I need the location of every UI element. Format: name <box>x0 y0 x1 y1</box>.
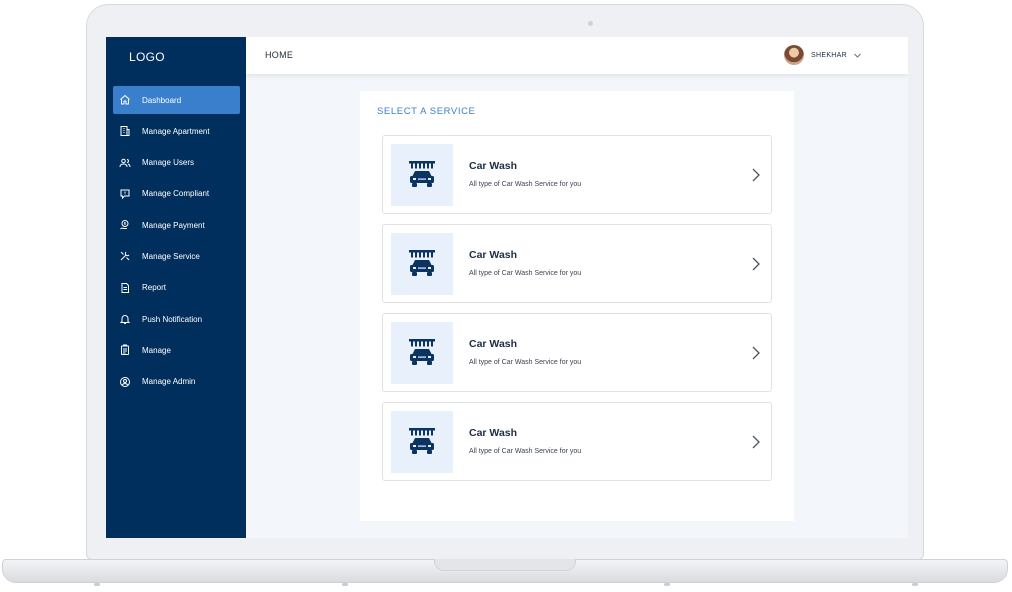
laptop-foot <box>342 583 348 586</box>
sidebar-item-push-notification[interactable]: Push Notification <box>113 305 240 333</box>
logo: LOGO <box>129 50 165 64</box>
sidebar-item-report[interactable]: Report <box>113 274 240 302</box>
service-card[interactable]: Car Wash All type of Car Wash Service fo… <box>382 224 772 303</box>
laptop-foot <box>664 583 670 586</box>
sidebar-item-label: Manage Payment <box>142 220 205 230</box>
sidebar-item-manage-admin[interactable]: Manage Admin <box>113 368 240 396</box>
service-card[interactable]: Car Wash All type of Car Wash Service fo… <box>382 135 772 214</box>
home-icon <box>120 95 130 105</box>
service-card[interactable]: Car Wash All type of Car Wash Service fo… <box>382 402 772 481</box>
sidebar-item-label: Manage Service <box>142 251 200 261</box>
laptop-foot <box>912 583 918 586</box>
service-title: Car Wash <box>469 160 518 172</box>
page-title: SELECT A SERVICE <box>377 106 476 117</box>
avatar[interactable] <box>784 45 805 65</box>
service-panel: SELECT A SERVICE Car Wash All type of Ca… <box>360 91 794 521</box>
car-wash-icon <box>391 322 453 384</box>
sidebar-item-label: Manage Admin <box>142 377 196 387</box>
chevron-right-icon[interactable] <box>750 257 762 271</box>
bell-icon <box>119 315 131 325</box>
car-wash-icon <box>391 233 453 295</box>
sidebar-item-manage-apartment[interactable]: Manage Apartment <box>113 117 240 145</box>
sidebar-item-label: Push Notification <box>142 314 203 324</box>
sidebar-item-manage[interactable]: Manage <box>113 336 240 364</box>
sidebar-item-label: Manage Compliant <box>142 189 210 199</box>
building-icon <box>120 126 130 137</box>
sidebar-item-label: Manage Apartment <box>142 126 210 136</box>
users-icon <box>119 158 131 167</box>
service-title: Car Wash <box>469 427 518 439</box>
sidebar-item-label: Dashboard <box>142 95 182 105</box>
sidebar: LOGO Dashboard Manage Apartment Manage U… <box>106 37 246 538</box>
service-description: All type of Car Wash Service for you <box>469 359 582 366</box>
sidebar-item-manage-service[interactable]: Manage Service <box>113 242 240 270</box>
tools-icon <box>120 252 130 261</box>
chevron-down-icon[interactable] <box>853 51 862 60</box>
service-card[interactable]: Car Wash All type of Car Wash Service fo… <box>382 313 772 392</box>
app-screen: LOGO Dashboard Manage Apartment Manage U… <box>106 37 908 538</box>
user-name[interactable]: SHEKHAR <box>811 52 847 59</box>
chevron-right-icon[interactable] <box>750 346 762 360</box>
service-description: All type of Car Wash Service for you <box>469 181 582 188</box>
service-title: Car Wash <box>469 338 518 350</box>
header: HOME SHEKHAR <box>246 37 908 74</box>
document-icon <box>121 282 129 293</box>
clipboard-icon <box>121 344 129 356</box>
breadcrumb-home[interactable]: HOME <box>265 50 293 60</box>
message-alert-icon <box>120 189 130 200</box>
camera-dot <box>588 21 593 26</box>
laptop-foot <box>94 583 100 586</box>
sidebar-item-label: Report <box>142 283 167 293</box>
service-description: All type of Car Wash Service for you <box>469 270 582 277</box>
car-wash-icon <box>391 411 453 473</box>
chevron-right-icon[interactable] <box>750 168 762 182</box>
service-title: Car Wash <box>469 249 518 261</box>
chevron-right-icon[interactable] <box>750 435 762 449</box>
sidebar-item-manage-compliant[interactable]: Manage Compliant <box>113 180 240 208</box>
laptop-notch <box>434 559 576 571</box>
user-circle-icon <box>120 376 130 387</box>
sidebar-item-dashboard[interactable]: Dashboard <box>113 86 240 114</box>
payment-icon <box>120 220 129 230</box>
service-description: All type of Car Wash Service for you <box>469 448 582 455</box>
car-wash-icon <box>391 144 453 206</box>
sidebar-item-label: Manage <box>142 345 171 355</box>
sidebar-item-manage-payment[interactable]: Manage Payment <box>113 211 240 239</box>
sidebar-item-manage-users[interactable]: Manage Users <box>113 149 240 177</box>
sidebar-item-label: Manage Users <box>142 158 195 168</box>
sidebar-nav: Dashboard Manage Apartment Manage Users … <box>113 86 240 399</box>
user-menu[interactable]: SHEKHAR <box>784 45 862 65</box>
